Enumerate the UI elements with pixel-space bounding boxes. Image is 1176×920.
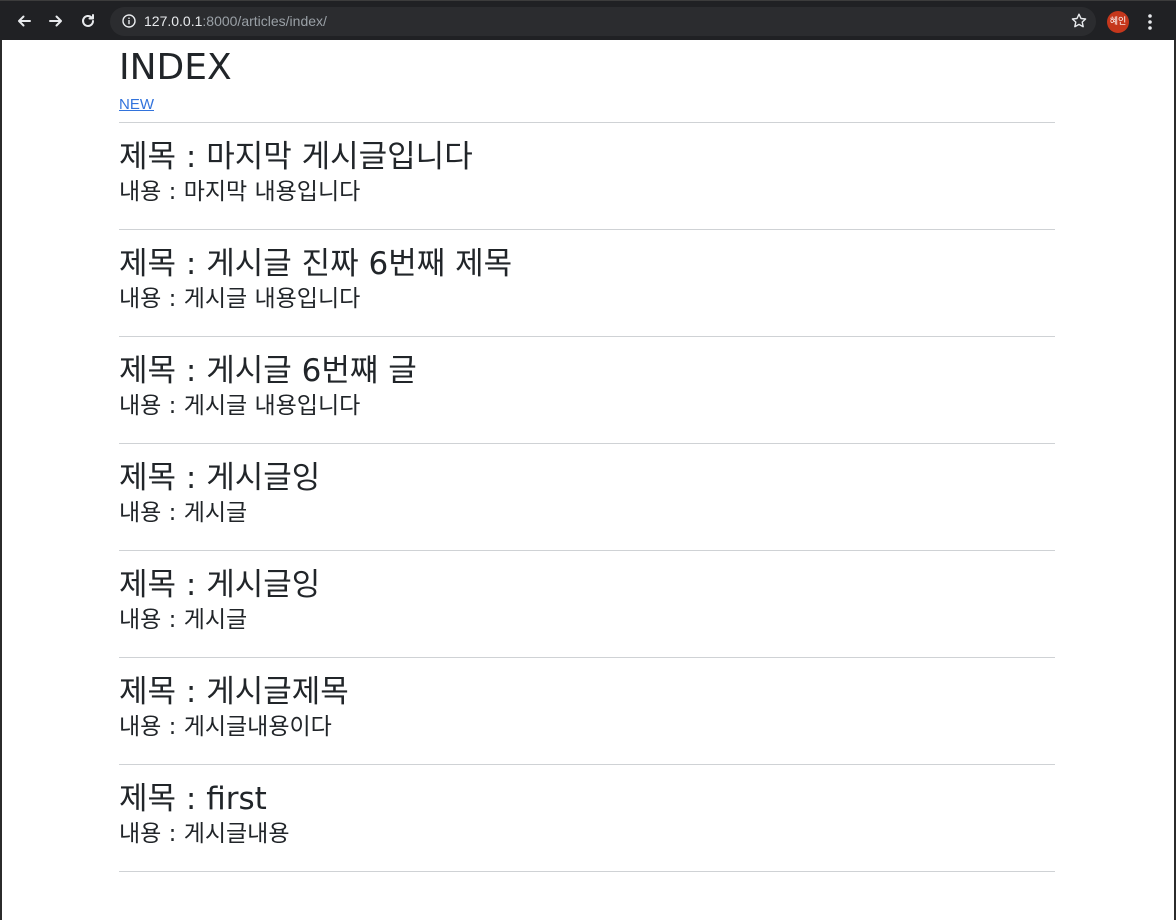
bookmark-star-icon[interactable]	[1070, 12, 1088, 30]
article-list: 제목 : 마지막 게시글입니다 내용 : 마지막 내용입니다 제목 : 게시글 …	[119, 123, 1055, 872]
article-title: 제목 : 게시글제목	[119, 674, 349, 710]
page-title: INDEX	[119, 47, 232, 88]
back-button[interactable]	[12, 9, 36, 33]
profile-avatar[interactable]: 혜인	[1107, 11, 1129, 33]
forward-arrow-icon	[49, 15, 62, 27]
article-item: 제목 : 게시글잉 내용 : 게시글	[119, 551, 1055, 657]
article-content: 내용 : 게시글	[119, 607, 248, 633]
more-menu-icon[interactable]	[1142, 11, 1158, 33]
article-item: 제목 : 게시글잉 내용 : 게시글	[119, 444, 1055, 550]
browser-toolbar: 127.0.0.1:8000/articles/index/ 혜인	[0, 0, 1176, 40]
article-title: 제목 : first	[119, 781, 267, 817]
window-left-edge	[0, 40, 2, 920]
article-title: 제목 : 마지막 게시글입니다	[119, 139, 473, 175]
article-content: 내용 : 게시글 내용입니다	[119, 393, 361, 419]
article-content: 내용 : 마지막 내용입니다	[119, 179, 361, 205]
article-item: 제목 : 게시글 6번쨰 글 내용 : 게시글 내용입니다	[119, 337, 1055, 443]
article-title: 제목 : 게시글 6번쨰 글	[119, 353, 417, 389]
url-text: 127.0.0.1:8000/articles/index/	[144, 13, 327, 29]
forward-button[interactable]	[44, 9, 68, 33]
article-item: 제목 : 게시글 진짜 6번째 제목 내용 : 게시글 내용입니다	[119, 230, 1055, 336]
article-title: 제목 : 게시글잉	[119, 567, 321, 603]
reload-icon	[82, 14, 94, 27]
address-bar[interactable]: 127.0.0.1:8000/articles/index/	[110, 7, 1096, 36]
page-content: INDEX NEW 제목 : 마지막 게시글입니다 내용 : 마지막 내용입니다…	[119, 40, 1055, 872]
article-title: 제목 : 게시글잉	[119, 460, 321, 496]
info-icon[interactable]	[122, 14, 136, 28]
back-arrow-icon	[18, 15, 31, 27]
url-path: :8000/articles/index/	[202, 13, 327, 29]
divider	[119, 871, 1055, 872]
article-title: 제목 : 게시글 진짜 6번째 제목	[119, 246, 513, 282]
article-content: 내용 : 게시글	[119, 500, 248, 526]
article-content: 내용 : 게시글내용이다	[119, 714, 332, 740]
url-host: 127.0.0.1	[144, 13, 203, 29]
new-article-link[interactable]: NEW	[119, 96, 154, 113]
article-item: 제목 : first 내용 : 게시글내용	[119, 765, 1055, 871]
reload-button[interactable]	[76, 9, 100, 33]
article-item: 제목 : 게시글제목 내용 : 게시글내용이다	[119, 658, 1055, 764]
article-content: 내용 : 게시글내용	[119, 821, 290, 847]
article-item: 제목 : 마지막 게시글입니다 내용 : 마지막 내용입니다	[119, 123, 1055, 229]
article-content: 내용 : 게시글 내용입니다	[119, 286, 361, 312]
